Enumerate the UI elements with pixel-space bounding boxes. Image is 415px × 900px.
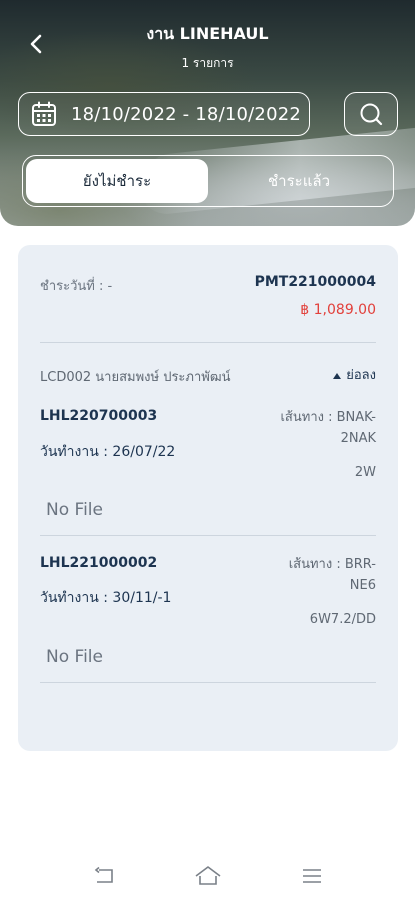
route-line: NE6 xyxy=(349,578,376,593)
header: งาน LINEHAUL 1 รายการ 18/10/2022 - 18/10… xyxy=(0,0,415,226)
divider xyxy=(40,535,376,536)
nav-back-icon xyxy=(94,866,113,883)
system-nav-bar xyxy=(0,858,415,894)
job-route: เส้นทาง : BNAK- 2NAK 2W xyxy=(246,407,376,483)
nav-menu-icon xyxy=(303,869,321,883)
driver-name: LCD002 นายสมพงษ์ ประภาพัฒน์ xyxy=(40,370,231,385)
date-range-picker[interactable]: 18/10/2022 - 18/10/2022 xyxy=(18,92,310,136)
caret-up-icon xyxy=(333,372,342,379)
job-work-date: วันทำงาน : 26/07/22 xyxy=(40,444,176,460)
pay-date-label: ชำระวันที่ : - xyxy=(40,279,113,294)
route-line: เส้นทาง : BRR- xyxy=(288,557,376,572)
divider xyxy=(40,342,376,343)
payment-amount: ฿ 1,089.00 xyxy=(300,302,376,318)
file-status: No File xyxy=(46,500,103,520)
file-status: No File xyxy=(46,647,103,667)
route-line: 6W7.2/DD xyxy=(309,612,376,627)
date-range-text: 18/10/2022 - 18/10/2022 xyxy=(71,103,302,125)
job-work-date: วันทำงาน : 30/11/-1 xyxy=(40,590,172,606)
page-title: งาน LINEHAUL xyxy=(146,24,269,43)
route-line: 2W xyxy=(354,465,376,480)
job-id: LHL220700003 xyxy=(40,408,158,424)
tab-unpaid[interactable]: ยังไม่ชำระ xyxy=(26,159,208,203)
route-line: เส้นทาง : BNAK- xyxy=(280,410,376,425)
route-line: 2NAK xyxy=(340,431,376,446)
payment-card: ชำระวันที่ : - PMT221000004 ฿ 1,089.00 L… xyxy=(18,245,398,751)
nav-home-button[interactable] xyxy=(188,858,228,894)
collapse-button[interactable]: ย่อลง xyxy=(332,364,376,385)
collapse-label: ย่อลง xyxy=(346,368,376,383)
nav-menu-button[interactable] xyxy=(292,858,332,894)
job-id: LHL221000002 xyxy=(40,555,158,571)
search-button[interactable] xyxy=(344,92,398,136)
divider xyxy=(40,682,376,683)
nav-home-icon xyxy=(195,866,221,885)
item-count: 1 รายการ xyxy=(181,56,234,70)
payment-id: PMT221000004 xyxy=(254,274,376,290)
calendar-icon xyxy=(32,101,56,126)
payment-status-tabs: ยังไม่ชำระ ชำระแล้ว xyxy=(22,155,394,207)
job-route: เส้นทาง : BRR- NE6 6W7.2/DD xyxy=(246,554,376,630)
tab-paid[interactable]: ชำระแล้ว xyxy=(208,159,390,203)
search-icon xyxy=(360,103,383,126)
nav-back-button[interactable] xyxy=(84,858,124,894)
